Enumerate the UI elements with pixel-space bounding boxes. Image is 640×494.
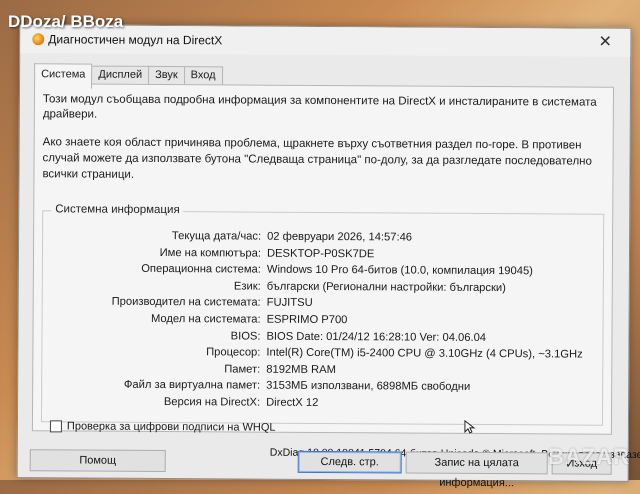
info-value: DESKTOP-P0SK7DE <box>266 247 375 260</box>
close-button[interactable]: ✕ <box>594 32 616 54</box>
whql-label: Проверка за цифрови подписи на WHQL <box>66 420 276 434</box>
info-value: Intel(R) Core(TM) i5-2400 CPU @ 3.10GHz … <box>266 346 583 361</box>
info-value: български (Регионални настройки: българс… <box>266 280 506 294</box>
bazar-logo: BAZAR <box>548 444 630 469</box>
hint-text: Ако знаете коя област причинява проблема… <box>42 136 592 181</box>
info-value: Windows 10 Pro 64-битов (10.0, компилаци… <box>266 263 533 278</box>
system-info-title: Системна информация <box>51 203 184 217</box>
info-row-directx-version: Версия на DirectX: DirectX 12 <box>42 395 602 415</box>
info-label: Производител на системата: <box>111 296 261 309</box>
info-value: FUJITSU <box>266 297 313 310</box>
info-label: Файл за виртуална памет: <box>123 379 261 392</box>
system-panel: Този модул съобщава подробна информация … <box>31 83 615 435</box>
info-label: Текуща дата/час: <box>171 230 262 243</box>
help-button[interactable]: Помощ <box>29 449 166 473</box>
info-label: Име на компютъра: <box>159 246 262 260</box>
info-label: Процесор: <box>206 346 261 359</box>
window-title: Диагностичен модул на DirectX <box>48 32 223 48</box>
info-value: 3153МБ използвани, 6898МБ свободни <box>266 379 471 394</box>
info-value: 8192MB RAM <box>266 363 336 376</box>
info-value: ESPRIMO P700 <box>266 313 348 327</box>
mouse-cursor-icon <box>464 419 476 434</box>
save-all-info-button[interactable]: Запис на цялата информация... <box>405 451 548 489</box>
dxdiag-window: Диагностичен модул на DirectX ✕ Система … <box>16 24 640 489</box>
intro-text: Този модул съобщава подробна информация … <box>42 93 597 121</box>
whql-check[interactable]: Проверка за цифрови подписи на WHQL <box>49 420 276 434</box>
directx-icon <box>32 33 45 46</box>
info-label: Версия на DirectX: <box>163 395 261 409</box>
whql-checkbox[interactable] <box>49 420 62 433</box>
watermark-text: DDoza/ BBoza <box>8 12 124 31</box>
next-page-button[interactable]: Следв. стр. <box>297 450 402 474</box>
info-value: 02 февруари 2026, 14:57:46 <box>267 230 413 244</box>
info-label: Памет: <box>224 363 261 376</box>
info-label: Език: <box>233 280 261 293</box>
info-value: DirectX 12 <box>266 396 319 409</box>
info-label: Модел на системата: <box>150 312 261 326</box>
info-value: BIOS Date: 01/24/12 16:28:10 Ver: 04.06.… <box>266 330 487 344</box>
system-info-group: Системна информация Текуща дата/час: 02 … <box>40 203 605 426</box>
tab-bar: Система Дисплей Звук Вход <box>34 63 223 89</box>
info-label: BIOS: <box>230 329 261 343</box>
info-label: Операционна система: <box>141 263 261 276</box>
tab-system[interactable]: Система <box>34 63 93 89</box>
